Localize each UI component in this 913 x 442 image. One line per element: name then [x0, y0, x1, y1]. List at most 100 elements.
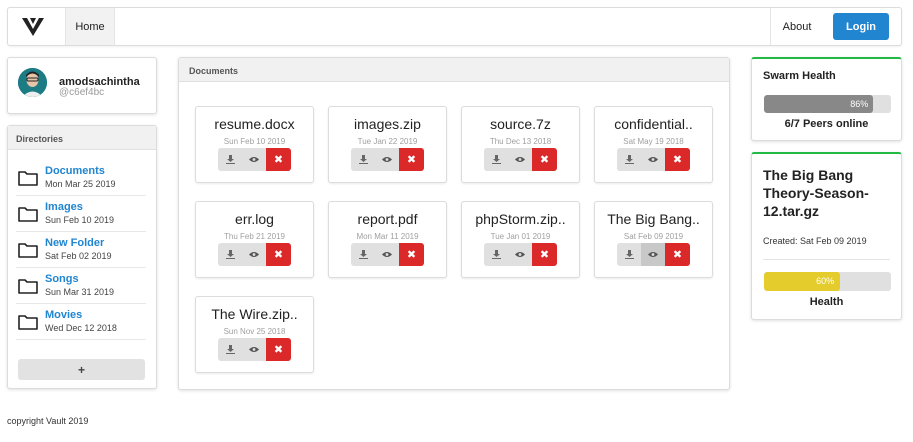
file-action-group: ✖ [218, 148, 291, 171]
file-name: report.pdf [357, 211, 418, 227]
directory-name[interactable]: Documents [45, 165, 105, 177]
download-icon[interactable] [617, 148, 641, 171]
file-card[interactable]: confidential.. Sat May 19 2018 ✖ [594, 106, 713, 183]
file-card[interactable]: report.pdf Mon Mar 11 2019 ✖ [328, 201, 447, 278]
directory-name[interactable]: Images [45, 201, 83, 213]
directory-name[interactable]: New Folder [45, 237, 104, 249]
delete-icon[interactable]: ✖ [399, 243, 424, 266]
file-card[interactable]: phpStorm.zip.. Tue Jan 01 2019 ✖ [461, 201, 580, 278]
file-name: confidential.. [614, 116, 693, 132]
view-eye-icon[interactable] [508, 243, 532, 266]
view-eye-icon[interactable] [375, 148, 399, 171]
view-eye-icon[interactable] [641, 148, 665, 171]
directory-item[interactable]: Movies Wed Dec 12 2018 [16, 306, 146, 340]
file-name: err.log [235, 211, 274, 227]
file-health-percent: 60% [816, 276, 835, 286]
file-card[interactable]: The Wire.zip.. Sun Nov 25 2018 ✖ [195, 296, 314, 373]
file-date: Tue Jan 22 2019 [357, 137, 418, 146]
download-icon[interactable] [484, 243, 508, 266]
divider [763, 259, 890, 260]
directories-header: Directories [8, 126, 156, 150]
file-name: resume.docx [214, 116, 295, 132]
file-name: images.zip [354, 116, 421, 132]
file-card[interactable]: The Big Bang.. Sat Feb 09 2019 ✖ [594, 201, 713, 278]
view-eye-icon[interactable] [242, 148, 266, 171]
file-card[interactable]: err.log Thu Feb 21 2019 ✖ [195, 201, 314, 278]
view-eye-icon[interactable] [508, 148, 532, 171]
file-action-group: ✖ [351, 148, 424, 171]
vault-logo-icon[interactable] [8, 8, 57, 45]
file-action-group: ✖ [484, 243, 557, 266]
file-health-bar: 60% [764, 272, 891, 291]
footer-copyright: copyright Vault 2019 [7, 416, 89, 426]
folder-icon [18, 242, 38, 263]
directory-name[interactable]: Movies [45, 309, 82, 321]
swarm-peers-online: 6/7 Peers online [784, 118, 869, 130]
directory-item[interactable]: Images Sun Feb 10 2019 [16, 198, 146, 232]
view-eye-icon[interactable] [242, 338, 266, 361]
delete-icon[interactable]: ✖ [532, 148, 557, 171]
directory-date: Mon Mar 25 2019 [45, 179, 116, 189]
file-health-fill: 60% [764, 272, 841, 291]
delete-icon[interactable]: ✖ [266, 338, 291, 361]
file-name: The Big Bang.. [607, 211, 700, 227]
delete-icon[interactable]: ✖ [266, 148, 291, 171]
folder-icon [18, 206, 38, 227]
delete-icon[interactable]: ✖ [532, 243, 557, 266]
delete-icon[interactable]: ✖ [266, 243, 291, 266]
download-icon[interactable] [218, 243, 242, 266]
swarm-health-title: Swarm Health [763, 70, 836, 82]
view-eye-icon[interactable] [242, 243, 266, 266]
nav-home-link[interactable]: Home [65, 8, 115, 45]
download-icon[interactable] [484, 148, 508, 171]
view-eye-icon[interactable] [375, 243, 399, 266]
directory-item[interactable]: Documents Mon Mar 25 2019 [16, 162, 146, 196]
directory-date: Sun Mar 31 2019 [45, 287, 115, 297]
view-eye-icon[interactable] [641, 243, 665, 266]
file-action-group: ✖ [351, 243, 424, 266]
file-date: Sat Feb 09 2019 [623, 232, 684, 241]
nav-about-link[interactable]: About [770, 8, 823, 45]
file-action-group: ✖ [218, 243, 291, 266]
file-name: source.7z [490, 116, 551, 132]
directory-date: Sat Feb 02 2019 [45, 251, 112, 261]
file-details-title: The Big Bang Theory-Season-12.tar.gz [763, 167, 869, 219]
directory-name[interactable]: Songs [45, 273, 79, 285]
file-date: Sun Feb 10 2019 [223, 137, 286, 146]
file-card[interactable]: resume.docx Sun Feb 10 2019 ✖ [195, 106, 314, 183]
swarm-percent-label: 86% [850, 99, 869, 109]
delete-icon[interactable]: ✖ [665, 148, 690, 171]
file-action-group: ✖ [484, 148, 557, 171]
file-date: Thu Feb 21 2019 [224, 232, 285, 241]
file-name: phpStorm.zip.. [475, 211, 566, 227]
download-icon[interactable] [351, 243, 375, 266]
folder-icon [18, 170, 38, 191]
file-health-label: Health [809, 296, 844, 308]
profile-card: amodsachintha @c6ef4bc [7, 57, 157, 114]
file-action-group: ✖ [218, 338, 291, 361]
avatar[interactable] [18, 68, 47, 97]
download-icon[interactable] [218, 338, 242, 361]
file-card[interactable]: source.7z Thu Dec 13 2018 ✖ [461, 106, 580, 183]
file-date: Sat May 19 2018 [623, 137, 684, 146]
swarm-progress-bar: 86% [764, 95, 891, 113]
download-icon[interactable] [351, 148, 375, 171]
documents-header: Documents [179, 58, 729, 82]
file-date: Mon Mar 11 2019 [356, 232, 419, 241]
file-details-card: The Big Bang Theory-Season-12.tar.gz Cre… [751, 152, 902, 320]
swarm-health-card: Swarm Health 86% 6/7 Peers online [751, 57, 902, 141]
download-icon[interactable] [218, 148, 242, 171]
delete-icon[interactable]: ✖ [665, 243, 690, 266]
directory-item[interactable]: Songs Sun Mar 31 2019 [16, 270, 146, 304]
delete-icon[interactable]: ✖ [399, 148, 424, 171]
login-button[interactable]: Login [833, 13, 889, 40]
file-name: The Wire.zip.. [211, 306, 298, 322]
file-action-group: ✖ [617, 148, 690, 171]
download-icon[interactable] [617, 243, 641, 266]
directory-item[interactable]: New Folder Sat Feb 02 2019 [16, 234, 146, 268]
top-navbar: Home About Login [7, 7, 902, 46]
folder-icon [18, 314, 38, 335]
directory-date: Wed Dec 12 2018 [45, 323, 117, 333]
add-directory-button[interactable]: + [18, 359, 145, 380]
file-card[interactable]: images.zip Tue Jan 22 2019 ✖ [328, 106, 447, 183]
